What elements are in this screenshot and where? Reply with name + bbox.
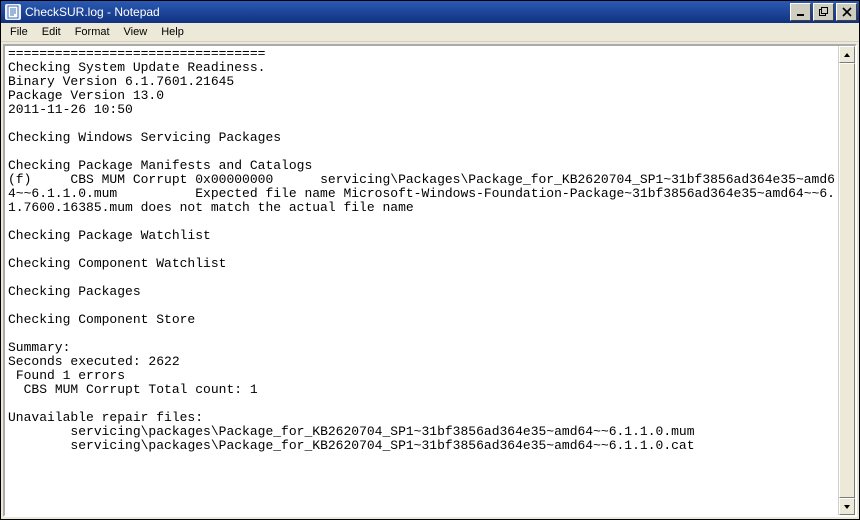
menu-file[interactable]: File xyxy=(3,24,35,40)
titlebar[interactable]: CheckSUR.log - Notepad xyxy=(1,1,859,23)
text-editor[interactable]: ================================= Checki… xyxy=(5,46,838,515)
scroll-up-button[interactable] xyxy=(839,46,855,63)
minimize-button[interactable] xyxy=(790,3,811,21)
notepad-window: CheckSUR.log - Notepad File Edit Format … xyxy=(0,0,860,520)
menu-view[interactable]: View xyxy=(117,24,155,40)
scroll-thumb[interactable] xyxy=(839,63,855,498)
scroll-down-button[interactable] xyxy=(839,498,855,515)
menu-help[interactable]: Help xyxy=(154,24,191,40)
window-controls xyxy=(790,3,857,21)
menubar: File Edit Format View Help xyxy=(1,23,859,42)
vertical-scrollbar[interactable] xyxy=(838,46,855,515)
client-area: ================================= Checki… xyxy=(1,42,859,519)
notepad-app-icon xyxy=(5,4,21,20)
maximize-button[interactable] xyxy=(813,3,834,21)
menu-format[interactable]: Format xyxy=(68,24,117,40)
scroll-track[interactable] xyxy=(839,63,855,498)
editor-frame: ================================= Checki… xyxy=(3,44,857,517)
window-title: CheckSUR.log - Notepad xyxy=(25,5,790,19)
close-button[interactable] xyxy=(836,3,857,21)
menu-edit[interactable]: Edit xyxy=(35,24,68,40)
